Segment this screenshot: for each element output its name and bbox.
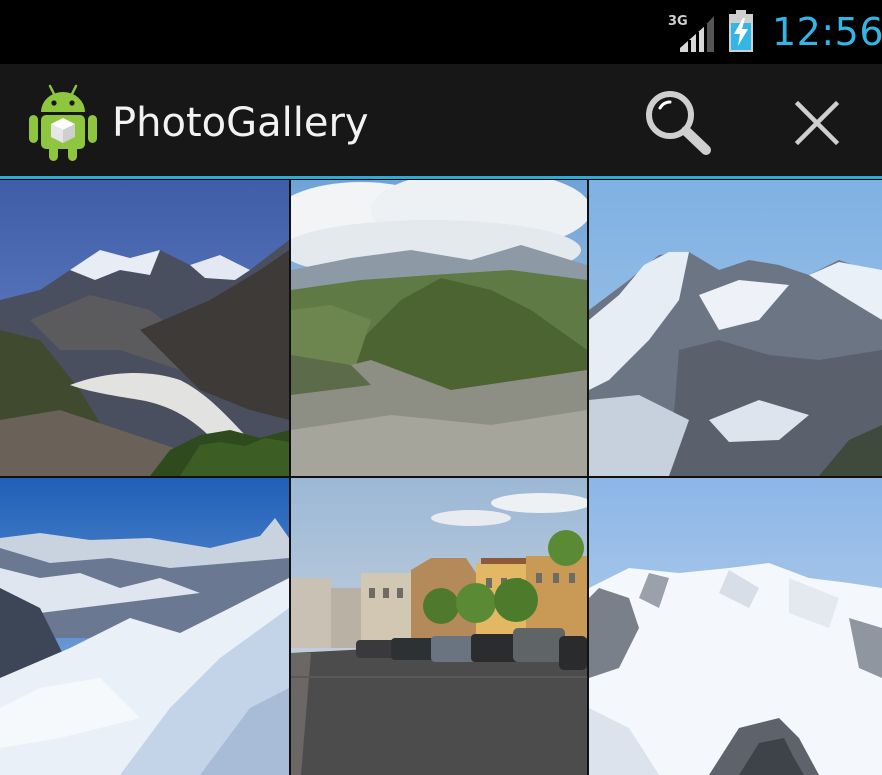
town-street-photo — [291, 478, 587, 775]
close-icon — [794, 100, 840, 146]
rocky-peaks-photo — [589, 180, 882, 476]
photo-thumbnail[interactable] — [589, 478, 882, 775]
network-type-label: 3G — [668, 14, 688, 29]
search-button[interactable] — [640, 86, 716, 158]
photo-thumbnail[interactable] — [0, 478, 289, 775]
status-bar: 3G 12:56 — [0, 0, 882, 64]
close-button[interactable] — [786, 92, 848, 154]
battery-charging-icon — [729, 10, 753, 52]
photo-grid — [0, 180, 882, 775]
photo-thumbnail[interactable] — [291, 180, 587, 476]
search-icon — [646, 91, 711, 155]
action-bar: PhotoGallery — [0, 64, 882, 179]
status-clock: 12:56 — [772, 10, 882, 54]
photo-thumbnail[interactable] — [0, 180, 289, 476]
app-title: PhotoGallery — [112, 100, 369, 146]
android-app-icon — [29, 84, 97, 161]
photo-thumbnail[interactable] — [589, 180, 882, 476]
glacier-photo — [0, 180, 289, 476]
snowy-ridge-photo — [0, 478, 289, 775]
valley-photo — [291, 180, 587, 476]
signal-icon: 3G — [668, 14, 714, 52]
action-bar-divider — [0, 176, 882, 179]
snow-summit-photo — [589, 478, 882, 775]
photo-thumbnail[interactable] — [291, 478, 587, 775]
